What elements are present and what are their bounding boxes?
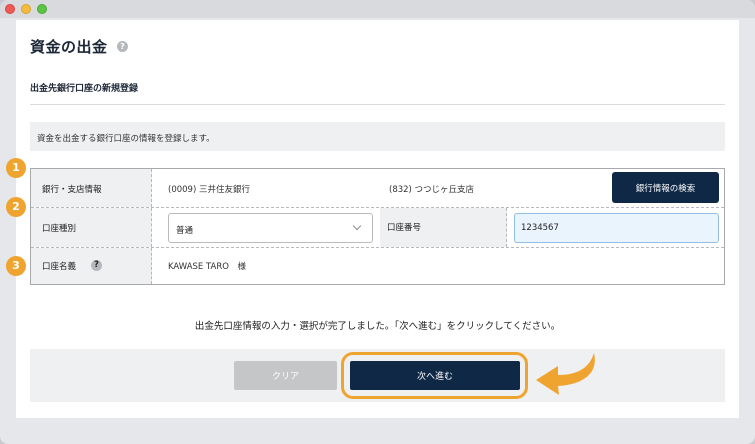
bank-search-button[interactable]: 銀行情報の検索 [612, 172, 719, 203]
step-badge-2: 2 [6, 197, 26, 217]
notice-box: 資金を出金する銀行口座の情報を登録します。 [30, 122, 725, 151]
account-type-select[interactable]: 普通 [168, 213, 373, 243]
bank-label: 銀行・支店情報 [42, 185, 102, 195]
form-row-bank: 銀行・支店情報 (0009) 三井住友銀行 (832) つつじヶ丘支店 銀行情報… [31, 169, 724, 208]
help-icon[interactable]: ? [91, 260, 102, 271]
maximize-window-icon[interactable] [37, 4, 47, 14]
holder-value: KAWASE TARO 様 [168, 262, 246, 272]
notice-text: 資金を出金する銀行口座の情報を登録します。 [37, 134, 215, 144]
help-icon[interactable]: ? [117, 41, 128, 52]
account-type-label-cell: 口座種別 [31, 208, 152, 247]
pointer-arrow-icon [536, 353, 595, 395]
account-number-label: 口座番号 [387, 223, 422, 233]
chevron-down-icon [352, 221, 362, 231]
clear-button[interactable]: クリア [234, 361, 337, 390]
section-title: 出金先銀行口座の新規登録 [30, 84, 139, 94]
main-panel: 資金の出金 ? 出金先銀行口座の新規登録 資金を出金する銀行口座の情報を登録しま… [16, 20, 739, 418]
step-badge-1: 1 [6, 158, 26, 178]
browser-window: 資金の出金 ? 出金先銀行口座の新規登録 資金を出金する銀行口座の情報を登録しま… [0, 0, 755, 444]
form-row-account-type: 口座種別 普通 口座番号 [31, 208, 724, 248]
holder-label-cell: 口座名義 ? [31, 248, 152, 284]
instruction-text: 出金先口座情報の入力・選択が完了しました。「次へ進む」をクリックしてください。 [194, 321, 561, 332]
holder-label: 口座名義 [42, 262, 77, 272]
next-button[interactable]: 次へ進む [350, 361, 520, 390]
account-number-input[interactable] [514, 213, 719, 243]
form-row-holder: 口座名義 ? KAWASE TARO 様 [31, 248, 724, 284]
account-number-label-cell: 口座番号 [380, 208, 507, 247]
close-window-icon[interactable] [5, 4, 15, 14]
title-bar [0, 0, 755, 18]
account-type-label: 口座種別 [42, 224, 77, 234]
bank-account-form: 銀行・支店情報 (0009) 三井住友銀行 (832) つつじヶ丘支店 銀行情報… [30, 168, 725, 285]
account-type-selected: 普通 [176, 226, 194, 236]
action-bar: クリア 次へ進む [30, 349, 725, 402]
bank-value: (0009) 三井住友銀行 [168, 185, 250, 195]
step-badge-3: 3 [6, 256, 26, 276]
section-divider [30, 104, 725, 105]
branch-value: (832) つつじヶ丘支店 [389, 185, 475, 195]
minimize-window-icon[interactable] [21, 4, 31, 14]
bank-label-cell: 銀行・支店情報 [31, 169, 152, 207]
page-title: 資金の出金 [30, 38, 108, 56]
